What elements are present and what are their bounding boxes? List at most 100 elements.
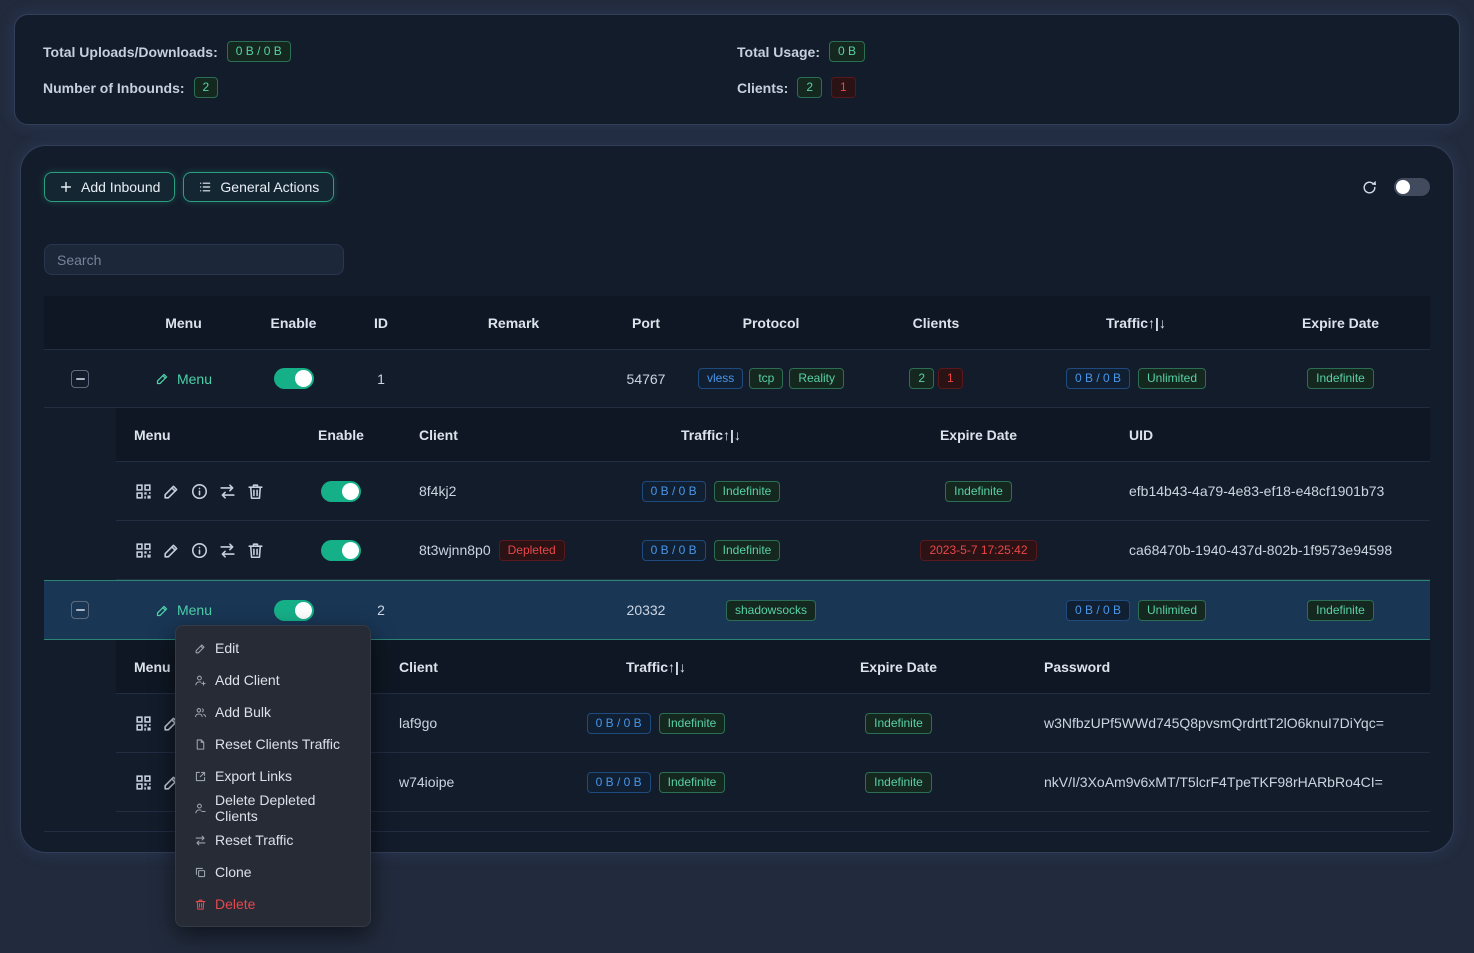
edit-client-icon[interactable]	[162, 482, 181, 501]
delete-icon	[194, 898, 207, 911]
delete-depleted-clients-icon	[194, 802, 207, 815]
menu-item-add-bulk[interactable]: Add Bulk	[176, 696, 370, 728]
client-traffic-limit-badge: Indefinite	[714, 481, 781, 502]
search-input[interactable]	[44, 244, 344, 275]
header-expire-date: Expire Date	[1251, 296, 1430, 349]
qr-code-icon[interactable]	[134, 773, 153, 792]
client-expired-badge: 2023-5-7 17:25:42	[920, 540, 1036, 561]
client-enable-toggle[interactable]	[321, 481, 361, 502]
header-menu: Menu	[116, 296, 251, 349]
client-traffic-limit-badge: Indefinite	[659, 713, 726, 734]
edit-client-icon[interactable]	[162, 541, 181, 560]
header-expand	[44, 296, 116, 349]
menu-item-label: Delete Depleted Clients	[215, 792, 352, 824]
traffic-limit-badge: Unlimited	[1138, 368, 1206, 389]
inbound-2-port: 20332	[627, 602, 666, 618]
client-name: laf9go	[399, 715, 437, 731]
client-traffic-limit-badge: Indefinite	[659, 772, 726, 793]
client-traffic-badge: 0 B / 0 B	[642, 540, 706, 561]
client-traffic-badge: 0 B / 0 B	[587, 713, 651, 734]
qr-code-icon[interactable]	[134, 541, 153, 560]
stat-number-of-inbounds: Number of Inbounds: 2	[43, 77, 737, 98]
client-expire-badge: Indefinite	[865, 713, 932, 734]
header-client-expire: Expire Date	[771, 640, 1026, 693]
menu-item-label: Clone	[215, 864, 252, 880]
header-client-name: Client	[391, 408, 566, 461]
qr-code-icon[interactable]	[134, 714, 153, 733]
header-remark: Remark	[426, 296, 601, 349]
menu-item-edit[interactable]: Edit	[176, 632, 370, 664]
reset-clients-traffic-icon	[194, 738, 207, 751]
collapse-inbound-1-button[interactable]	[71, 370, 89, 388]
stat-total-usage: Total Usage: 0 B	[737, 41, 1431, 62]
menu-item-delete-depleted-clients[interactable]: Delete Depleted Clients	[176, 792, 370, 824]
add-bulk-icon	[194, 706, 207, 719]
export-links-icon	[194, 770, 207, 783]
menu-item-add-client[interactable]: Add Client	[176, 664, 370, 696]
edit-icon	[155, 371, 170, 386]
info-icon[interactable]	[190, 482, 209, 501]
header-traffic-sort[interactable]: Traffic↑|↓	[1021, 296, 1251, 349]
edit-icon	[155, 603, 170, 618]
plus-icon	[59, 180, 73, 194]
menu-item-delete[interactable]: Delete	[176, 888, 370, 920]
edit-icon	[194, 642, 207, 655]
inbound-1-port: 54767	[627, 371, 666, 387]
inbound-1-enable-toggle[interactable]	[274, 368, 314, 389]
toolbar: Add Inbound General Actions	[44, 172, 1430, 202]
stat-label-clients: Clients:	[737, 80, 788, 96]
refresh-icon[interactable]	[1361, 179, 1378, 196]
client-enable-toggle[interactable]	[321, 540, 361, 561]
clone-icon	[194, 866, 207, 879]
client-name: 8t3wjnn8p0	[419, 542, 491, 558]
client-password: nkV/I/3XoAm9v6xMT/T5lcrF4TpeTKF98rHARbRo…	[1044, 774, 1383, 790]
stats-panel: Total Uploads/Downloads: 0 B / 0 B Total…	[14, 14, 1460, 125]
menu-item-reset-traffic[interactable]: Reset Traffic	[176, 824, 370, 856]
reset-traffic-icon[interactable]	[218, 482, 237, 501]
collapse-inbound-2-button[interactable]	[71, 601, 89, 619]
client-expire-badge: Indefinite	[865, 772, 932, 793]
delete-client-icon[interactable]	[246, 541, 265, 560]
menu-item-export-links[interactable]: Export Links	[176, 760, 370, 792]
stat-badge-clients-active: 2	[797, 77, 822, 98]
stat-badge-inbounds: 2	[194, 77, 219, 98]
add-inbound-label: Add Inbound	[81, 179, 160, 195]
add-inbound-button[interactable]: Add Inbound	[44, 172, 175, 202]
stat-label-inbounds: Number of Inbounds:	[43, 80, 185, 96]
reset-traffic-icon[interactable]	[218, 541, 237, 560]
inbound-2-menu-label: Menu	[177, 602, 212, 618]
delete-client-icon[interactable]	[246, 482, 265, 501]
clients-1-header-row: Menu Enable Client Traffic↑|↓ Expire Dat…	[116, 408, 1430, 462]
header-clients: Clients	[851, 296, 1021, 349]
client-uid: efb14b43-4a79-4e83-ef18-e48cf1901b73	[1129, 483, 1384, 499]
qr-code-icon[interactable]	[134, 482, 153, 501]
menu-item-clone[interactable]: Clone	[176, 856, 370, 888]
info-icon[interactable]	[190, 541, 209, 560]
menu-item-reset-clients-traffic[interactable]: Reset Clients Traffic	[176, 728, 370, 760]
general-actions-button[interactable]: General Actions	[183, 172, 334, 202]
clients-depleted-badge: 1	[938, 368, 963, 389]
traffic-limit-badge: Unlimited	[1138, 600, 1206, 621]
header-client-traffic-sort[interactable]: Traffic↑|↓	[566, 408, 856, 461]
inbound-2-enable-toggle[interactable]	[274, 600, 314, 621]
stat-badge-clients-depleted: 1	[831, 77, 856, 98]
header-enable: Enable	[251, 296, 336, 349]
client-traffic-limit-badge: Indefinite	[714, 540, 781, 561]
client-uid: ca68470b-1940-437d-802b-1f9573e94598	[1129, 542, 1392, 558]
stat-badge-uploads: 0 B / 0 B	[227, 41, 291, 62]
general-actions-label: General Actions	[220, 179, 319, 195]
expire-badge: Indefinite	[1307, 600, 1374, 621]
table-header-row: Menu Enable ID Remark Port Protocol Clie…	[44, 296, 1430, 350]
theme-toggle[interactable]	[1394, 178, 1430, 196]
menu-item-label: Reset Traffic	[215, 832, 293, 848]
header-client-password: Password	[1026, 640, 1430, 693]
menu-item-label: Export Links	[215, 768, 292, 784]
add-user-icon	[194, 674, 207, 687]
inbound-1-menu-button[interactable]: Menu	[155, 371, 212, 387]
client-depleted-badge: Depleted	[499, 540, 565, 561]
client-row-8f4kj2: 8f4kj2 0 B / 0 B Indefinite Indefinite e…	[116, 462, 1430, 521]
minus-icon	[76, 609, 85, 611]
header-client-traffic-sort[interactable]: Traffic↑|↓	[541, 640, 771, 693]
inbound-2-menu-button[interactable]: Menu	[155, 602, 212, 618]
inbounds-page: Total Uploads/Downloads: 0 B / 0 B Total…	[0, 0, 1474, 953]
